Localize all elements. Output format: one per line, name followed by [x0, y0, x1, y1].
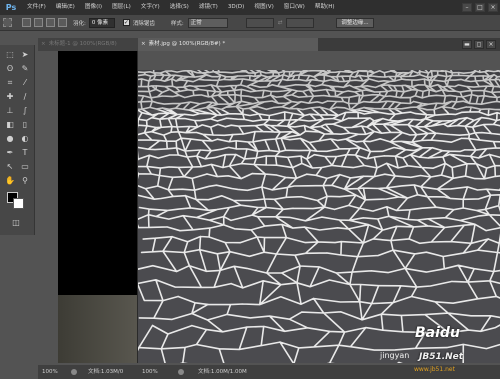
status-bar-untitled: 100% 文档:1.03M/0: [38, 365, 138, 379]
zoom-level[interactable]: 100%: [142, 365, 158, 379]
menu-view[interactable]: 视图(V): [249, 0, 278, 15]
clone-stamp-icon[interactable]: ⊥: [4, 105, 16, 116]
menu-filter[interactable]: 滤镜(T): [194, 0, 223, 15]
menu-layer[interactable]: 图层(L): [107, 0, 136, 15]
doc-restore-button[interactable]: ◻: [474, 40, 484, 49]
minimize-button[interactable]: –: [462, 3, 472, 12]
zoom-level[interactable]: 100%: [42, 365, 58, 379]
history-brush-icon[interactable]: ∫: [19, 105, 31, 116]
document-size: 文档:1.00M/1.00M: [198, 369, 247, 375]
menu-edit[interactable]: 编辑(E): [51, 0, 80, 15]
cracked-earth-photo[interactable]: [138, 70, 500, 363]
eyedropper-icon[interactable]: ⁄: [19, 77, 31, 88]
dodge-icon[interactable]: ◐: [19, 133, 31, 144]
tab-material[interactable]: × 素材.jpg @ 100%(RGB/8#) *: [138, 38, 318, 51]
swap-icon[interactable]: ⇄: [278, 20, 283, 26]
width-input[interactable]: [245, 17, 274, 28]
document-window-controls: ▬ ◻ ×: [462, 40, 496, 49]
quick-select-icon[interactable]: ✎: [19, 63, 31, 74]
doc-close-button[interactable]: ×: [486, 40, 496, 49]
gradient-icon[interactable]: ▯: [19, 119, 31, 130]
menu-type[interactable]: 文字(Y): [136, 0, 165, 15]
photoshop-window: Ps 文件(F) 编辑(E) 图像(I) 图层(L) 文字(Y) 选择(S) 滤…: [0, 0, 500, 379]
eraser-icon[interactable]: ◧: [4, 119, 16, 130]
photoshop-logo: Ps: [5, 3, 17, 12]
marquee-tool-icon[interactable]: [3, 18, 12, 27]
close-button[interactable]: ×: [488, 3, 498, 12]
move-icon[interactable]: ➤: [19, 49, 31, 60]
height-input[interactable]: [286, 17, 315, 28]
healing-brush-icon[interactable]: ✚: [4, 91, 16, 102]
zoom-icon[interactable]: ⚲: [19, 175, 31, 186]
subtract-selection-icon[interactable]: [46, 18, 55, 27]
new-selection-icon[interactable]: [22, 18, 31, 27]
feather-label: 羽化:: [73, 20, 86, 27]
jb51-watermark: JB51.Net: [419, 352, 464, 362]
status-info-icon[interactable]: [178, 369, 184, 375]
window-controls: – □ ×: [462, 3, 498, 12]
jb51-url-watermark: www.jb51.net: [414, 366, 455, 373]
tools-panel: ⬚ ➤ ʘ ✎ ⌗ ⁄ ✚ ∕ ⊥ ∫ ◧ ▯ ● ◐ ✒ T ↖ ▭ ✋ ⚲ …: [0, 45, 35, 235]
marquee-icon[interactable]: ⬚: [4, 49, 16, 60]
doc-minimize-button[interactable]: ▬: [462, 40, 472, 49]
tab-label: 未标题-1 @ 100%(RGB/8): [48, 41, 117, 47]
baidu-watermark: Baidu: [415, 325, 460, 341]
crop-icon[interactable]: ⌗: [4, 77, 16, 88]
menu-image[interactable]: 图像(I): [80, 0, 107, 15]
document-size: 文档:1.03M/0: [88, 369, 124, 375]
pen-icon[interactable]: ✒: [4, 147, 16, 158]
shape-icon[interactable]: ▭: [19, 161, 31, 172]
intersect-selection-icon[interactable]: [58, 18, 67, 27]
options-bar: 羽化: 0 像素 ✓ 消除锯齿 样式: 正常 ⇄ 调整边缘...: [0, 15, 500, 31]
menu-file[interactable]: 文件(F): [22, 0, 51, 15]
path-select-icon[interactable]: ↖: [4, 161, 16, 172]
menu-bar: Ps 文件(F) 编辑(E) 图像(I) 图层(L) 文字(Y) 选择(S) 滤…: [0, 0, 500, 15]
document-tab-strip: × 未标题-1 @ 100%(RGB/8) × 素材.jpg @ 100%(RGB/…: [38, 38, 500, 51]
quick-mask-icon[interactable]: ◫: [10, 217, 22, 228]
restore-button[interactable]: □: [475, 3, 485, 12]
lasso-icon[interactable]: ʘ: [4, 63, 16, 74]
refine-edge-button[interactable]: 调整边缘...: [336, 17, 374, 28]
tab-close-icon[interactable]: ×: [141, 38, 146, 51]
tab-label: 素材.jpg @ 100%(RGB/8#) *: [148, 41, 226, 47]
style-label: 样式:: [170, 20, 184, 27]
tab-close-icon[interactable]: ×: [41, 38, 46, 51]
add-selection-icon[interactable]: [34, 18, 43, 27]
antialias-label: 消除锯齿: [132, 20, 155, 27]
background-color-swatch[interactable]: [13, 198, 24, 209]
status-info-icon[interactable]: [71, 369, 77, 375]
type-icon[interactable]: T: [19, 147, 31, 158]
antialias-checkbox[interactable]: ✓: [122, 19, 130, 26]
cracked-earth-image: [138, 70, 500, 363]
blur-icon[interactable]: ●: [4, 133, 16, 144]
menu-select[interactable]: 选择(S): [165, 0, 194, 15]
jingyan-watermark: jingyan: [380, 351, 410, 360]
hand-icon[interactable]: ✋: [4, 175, 16, 186]
tab-untitled[interactable]: × 未标题-1 @ 100%(RGB/8): [38, 38, 138, 51]
menu-3d[interactable]: 3D(D): [223, 0, 250, 15]
brush-icon[interactable]: ∕: [19, 91, 31, 102]
style-select[interactable]: 正常: [187, 17, 228, 28]
menu-help[interactable]: 帮助(H): [310, 0, 340, 15]
menu-window[interactable]: 窗口(W): [279, 0, 310, 15]
feather-input[interactable]: 0 像素: [88, 17, 115, 28]
